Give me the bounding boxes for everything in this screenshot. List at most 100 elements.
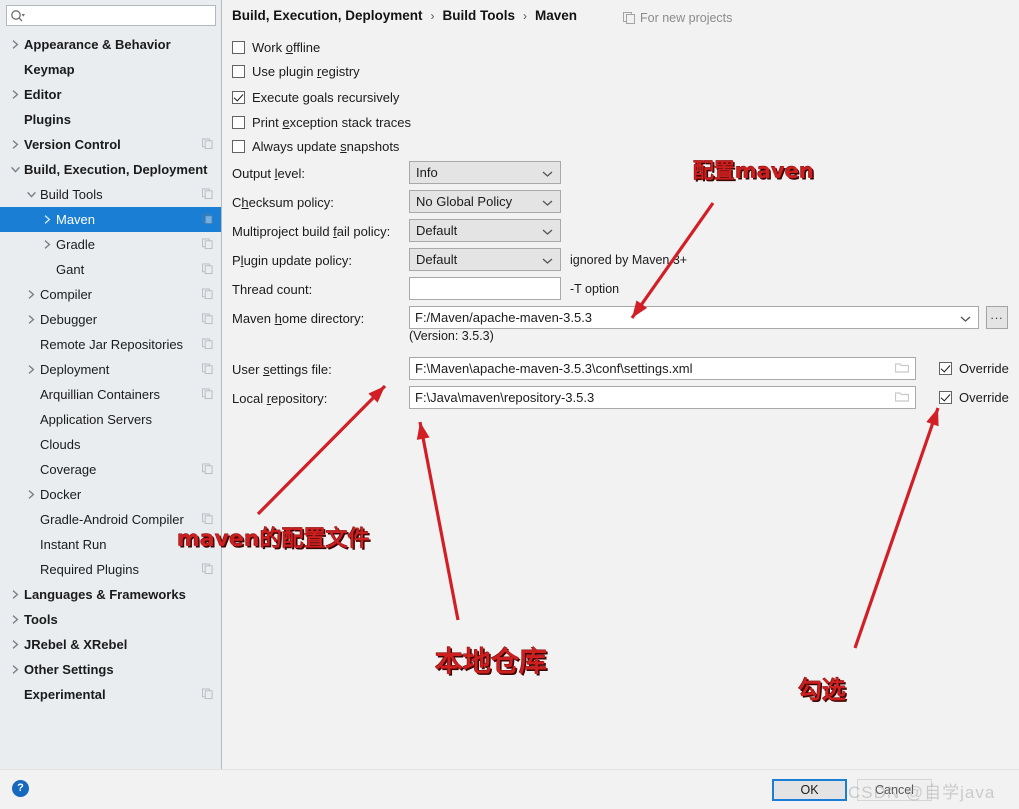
checkbox-execute-goals-recursively-box[interactable] [232,91,245,104]
checkbox-always-update-snapshots[interactable]: Always update snapshots [232,139,399,154]
sidebar-item-arquillian-containers[interactable]: Arquillian Containers [0,382,221,407]
breadcrumb: Build, Execution, Deployment › Build Too… [232,8,577,23]
copy-icon[interactable] [202,687,213,702]
copy-icon[interactable] [202,287,213,302]
checkbox-use-plugin-registry[interactable]: Use plugin registry [232,64,360,79]
copy-icon[interactable] [202,562,213,577]
copy-icon[interactable] [202,462,213,477]
copy-icon[interactable] [202,187,213,202]
sidebar-item-coverage[interactable]: Coverage [0,457,221,482]
maven-home-browse-button[interactable]: ... [986,306,1008,329]
expand-toggle[interactable] [38,232,56,257]
sidebar-item-instant-run[interactable]: Instant Run [0,532,221,557]
expand-toggle[interactable] [6,582,24,607]
sidebar-item-jrebel-xrebel[interactable]: JRebel & XRebel [0,632,221,657]
checkbox-work-offline[interactable]: Work offline [232,40,320,55]
sidebar-item-gradle-android-compiler[interactable]: Gradle-Android Compiler [0,507,221,532]
sidebar-search-box[interactable] [6,5,216,26]
user-settings-input[interactable]: F:\Maven\apache-maven-3.5.3\conf\setting… [409,357,916,380]
copy-icon[interactable] [202,312,213,327]
expand-toggle[interactable] [38,207,56,232]
user-settings-override[interactable]: Override [939,361,1009,376]
copy-icon[interactable] [202,337,213,352]
local-repository-override-checkbox[interactable] [939,391,952,404]
copy-icon[interactable] [202,262,213,277]
copy-icon[interactable] [202,512,213,527]
sidebar-item-other-settings[interactable]: Other Settings [0,657,221,682]
sidebar-item-clouds[interactable]: Clouds [0,432,221,457]
breadcrumb-item-0[interactable]: Build, Execution, Deployment [232,8,423,23]
sidebar-item-debugger[interactable]: Debugger [0,307,221,332]
folder-icon[interactable] [894,390,910,405]
expand-toggle[interactable] [6,632,24,657]
checkbox-print-exception-stack-traces[interactable]: Print exception stack traces [232,115,411,130]
sidebar-item-label: Version Control [24,137,121,152]
sidebar-item-deployment[interactable]: Deployment [0,357,221,382]
expand-toggle[interactable] [6,32,24,57]
expand-toggle[interactable] [6,132,24,157]
expand-toggle[interactable] [22,482,40,507]
user-settings-override-checkbox[interactable] [939,362,952,375]
sidebar-item-tools[interactable]: Tools [0,607,221,632]
sidebar-item-build-execution-deployment[interactable]: Build, Execution, Deployment [0,157,221,182]
breadcrumb-item-2[interactable]: Maven [535,8,577,23]
copy-icon[interactable] [202,387,213,402]
cancel-button[interactable]: Cancel [857,779,932,801]
chevron-right-icon [43,214,52,225]
sidebar-item-compiler[interactable]: Compiler [0,282,221,307]
expand-toggle[interactable] [6,607,24,632]
copy-icon[interactable] [202,137,213,152]
checkbox-print-exception-stack-traces-box[interactable] [232,116,245,129]
sidebar-item-required-plugins[interactable]: Required Plugins [0,557,221,582]
checkbox-always-update-snapshots-box[interactable] [232,140,245,153]
sidebar-item-languages-frameworks[interactable]: Languages & Frameworks [0,582,221,607]
copy-icon[interactable] [202,212,213,227]
chevron-down-icon [26,190,37,199]
sidebar-item-build-tools[interactable]: Build Tools [0,182,221,207]
copy-icon[interactable] [202,237,213,252]
sidebar-item-label: Docker [40,487,82,502]
sidebar-item-appearance-behavior[interactable]: Appearance & Behavior [0,32,221,57]
sidebar-item-maven[interactable]: Maven [0,207,221,232]
ok-button[interactable]: OK [772,779,847,801]
collapse-toggle[interactable] [6,157,24,182]
expand-toggle[interactable] [6,657,24,682]
breadcrumb-item-1[interactable]: Build Tools [443,8,516,23]
sidebar-item-keymap[interactable]: Keymap [0,57,221,82]
collapse-toggle[interactable] [22,182,40,207]
checksum-policy-select[interactable]: No Global Policy [409,190,561,213]
sidebar-item-label: Gradle [56,237,96,252]
checkbox-execute-goals-recursively[interactable]: Execute goals recursively [232,90,399,105]
folder-icon[interactable] [894,361,910,376]
help-button[interactable]: ? [12,780,29,797]
sidebar-item-editor[interactable]: Editor [0,82,221,107]
sidebar-item-experimental[interactable]: Experimental [0,682,221,707]
expand-toggle[interactable] [6,82,24,107]
chevron-right-icon [11,664,20,675]
sidebar-item-plugins[interactable]: Plugins [0,107,221,132]
search-input[interactable] [29,8,215,23]
expand-toggle[interactable] [22,357,40,382]
copy-icon[interactable] [202,362,213,377]
expand-toggle[interactable] [22,282,40,307]
expand-toggle[interactable] [22,307,40,332]
sidebar-item-label: Languages & Frameworks [24,587,186,602]
local-repository-override[interactable]: Override [939,390,1009,405]
sidebar-item-application-servers[interactable]: Application Servers [0,407,221,432]
thread-count-input[interactable] [409,277,561,300]
local-repository-input[interactable]: F:\Java\maven\repository-3.5.3 [409,386,916,409]
chevron-down-icon [960,310,971,325]
maven-home-combo[interactable]: F:/Maven/apache-maven-3.5.3 [409,306,979,329]
checkbox-use-plugin-registry-box[interactable] [232,65,245,78]
output-level-select[interactable]: Info [409,161,561,184]
sidebar-item-gant[interactable]: Gant [0,257,221,282]
multiproject-fail-policy-select[interactable]: Default [409,219,561,242]
plugin-update-policy-select[interactable]: Default [409,248,561,271]
sidebar-item-label: Keymap [24,62,75,77]
checkbox-work-offline-box[interactable] [232,41,245,54]
sidebar-item-docker[interactable]: Docker [0,482,221,507]
sidebar-item-version-control[interactable]: Version Control [0,132,221,157]
sidebar-item-remote-jar-repositories[interactable]: Remote Jar Repositories [0,332,221,357]
sidebar-item-gradle[interactable]: Gradle [0,232,221,257]
